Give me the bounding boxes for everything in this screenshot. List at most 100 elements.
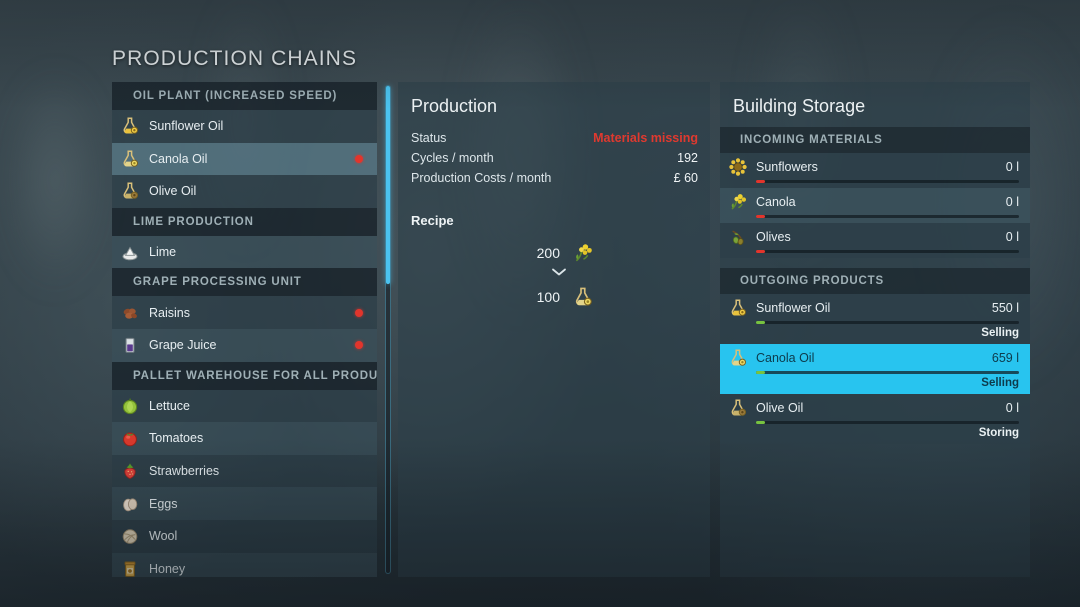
scrollbar-thumb[interactable] [386,86,390,284]
strawberry-icon [120,461,140,481]
production-chains-screen: PRODUCTION CHAINS OIL PLANT (INCREASED S… [0,0,1080,607]
list-item-label: Lettuce [149,398,191,413]
storage-groups: INCOMING MATERIALS Sunflowers 0 l Canola 0 l… [720,127,1030,444]
storage-fill-bar [756,215,1019,218]
list-item-label: Lime [149,245,177,260]
storage-row[interactable]: Sunflowers 0 l [720,153,1030,188]
production-stat-label: Cycles / month [411,151,494,165]
flask-canola-oil-icon [572,286,594,308]
list-item[interactable]: Raisins [112,296,377,329]
recipe-input-quantity: 200 [536,245,560,261]
list-item-label: Olive Oil [149,184,197,199]
sunflower-icon [728,157,748,177]
list-item-label: Raisins [149,305,190,320]
storage-row[interactable]: Olive Oil 0 l Storing [720,394,1030,444]
list-group-header: LIME PRODUCTION [112,207,377,236]
raisins-icon [120,303,140,323]
list-item[interactable]: Strawberries [112,454,377,488]
storage-item-state[interactable]: Selling [728,327,1019,339]
wool-icon [120,526,140,546]
storage-item-amount: 0 l [1005,160,1019,174]
storage-row[interactable]: Canola Oil 659 l Selling [720,344,1030,394]
lettuce-icon [120,396,140,416]
production-list[interactable]: OIL PLANT (INCREASED SPEED) Sunflower Oil… [112,82,377,577]
grape-juice-icon [120,335,140,355]
storage-item-amount: 550 l [991,301,1019,315]
storage-item-amount: 0 l [1005,401,1019,415]
storage-row[interactable]: Sunflower Oil 550 l Selling [720,294,1030,344]
honey-jar-icon [120,559,140,577]
recipe-heading: Recipe [411,213,454,228]
storage-fill-bar [756,250,1019,253]
storage-row[interactable]: Olives 0 l [720,223,1030,258]
production-details-panel: Production Status Materials missing Cycles… [398,82,710,577]
storage-fill-bar [756,371,1019,374]
recipe-output-row: 100 [398,284,710,310]
tomato-icon [120,428,140,448]
production-list-panel: OIL PLANT (INCREASED SPEED) Sunflower Oil… [112,82,377,577]
flask-canola-oil-icon [120,149,140,169]
chevron-down-icon [408,266,710,284]
list-item[interactable]: Eggs [112,487,377,520]
list-item[interactable]: Canola Oil [112,142,377,176]
storage-item-label: Sunflower Oil [756,301,831,315]
storage-item-amount: 0 l [1005,195,1019,209]
production-stat-row: Status Materials missing [411,131,698,151]
list-group-header: OIL PLANT (INCREASED SPEED) [112,82,377,110]
recipe-output-quantity: 100 [536,289,560,305]
production-stats-list: Status Materials missing Cycles / month 192… [398,131,710,191]
lime-pile-icon [120,242,140,262]
list-item-label: Canola Oil [149,151,208,166]
production-stat-row: Production Costs / month £ 60 [411,171,698,191]
list-item[interactable]: Lime [112,235,377,269]
storage-fill-bar [756,421,1019,424]
page-title: PRODUCTION CHAINS [112,47,358,70]
list-item[interactable]: Tomatoes [112,422,377,455]
storage-item-amount: 659 l [991,351,1019,365]
storage-item-state[interactable]: Storing [728,427,1019,439]
list-item[interactable]: Lettuce [112,389,377,423]
list-item[interactable]: Olive Oil [112,175,377,208]
list-item[interactable]: Grape Juice [112,328,377,362]
list-item-label: Honey [149,561,186,576]
storage-item-label: Canola Oil [756,351,815,365]
storage-row[interactable]: Canola 0 l [720,188,1030,223]
flask-sunflower-oil-icon [120,116,140,136]
production-stat-value: 192 [677,151,698,165]
production-stat-label: Status [411,131,447,145]
list-item-label: Eggs [149,496,178,511]
flask-canola-oil-icon [728,348,748,368]
list-item-label: Tomatoes [149,431,204,446]
list-item[interactable]: Sunflower Oil [112,110,377,143]
flask-sunflower-oil-icon [728,298,748,318]
production-panel-title: Production [411,96,498,116]
production-list-scrollbar[interactable] [385,85,391,574]
list-group-header: GRAPE PROCESSING UNIT [112,268,377,297]
list-item[interactable]: Wool [112,519,377,553]
warning-dot-icon [355,341,363,350]
storage-fill-bar [756,180,1019,183]
status-badge: Materials missing [593,131,698,145]
storage-item-label: Canola [756,195,796,209]
flask-olive-oil-icon [728,398,748,418]
storage-item-label: Olives [756,230,791,244]
storage-item-label: Olive Oil [756,401,804,415]
canola-flower-icon [728,192,748,212]
flask-olive-oil-icon [120,181,140,201]
production-stat-value: £ 60 [673,171,698,185]
warning-dot-icon [355,308,363,317]
list-item[interactable]: Honey [112,552,377,577]
canola-flower-icon [572,242,594,264]
list-item-label: Strawberries [149,464,220,479]
list-item-label: Wool [149,529,178,544]
recipe-block: 200 100 [398,240,710,310]
storage-item-state[interactable]: Selling [728,377,1019,389]
recipe-input-row: 200 [398,240,710,266]
olives-icon [728,227,748,247]
eggs-icon [120,494,140,514]
storage-group-header: OUTGOING PRODUCTS [720,268,1030,294]
list-item-label: Sunflower Oil [149,119,224,134]
list-item-label: Grape Juice [149,338,217,353]
building-storage-panel: Building Storage INCOMING MATERIALS Sunfl… [720,82,1030,577]
storage-fill-bar [756,321,1019,324]
